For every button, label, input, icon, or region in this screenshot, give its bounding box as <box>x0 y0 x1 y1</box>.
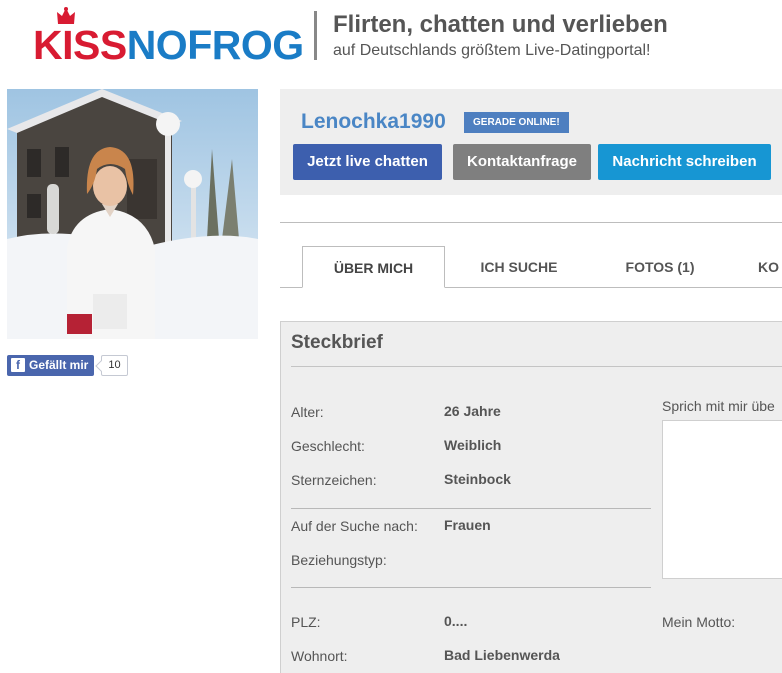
tabs-top-divider <box>280 222 782 223</box>
header-title: Flirten, chatten und verlieben <box>333 11 668 38</box>
section-title: Steckbrief <box>291 332 383 353</box>
facebook-like-button[interactable]: f Gefällt mir <box>7 354 95 376</box>
relationship-type-label: Beziehungstyp: <box>291 552 387 568</box>
header-subtitle: auf Deutschlands größtem Live-Datingport… <box>333 42 651 59</box>
facebook-like-label: Gefällt mir <box>29 358 89 372</box>
online-status-badge: GERADE ONLINE! <box>464 112 569 133</box>
header-divider <box>314 11 317 60</box>
zodiac-value: Steinbock <box>444 471 511 487</box>
gender-label: Geschlecht: <box>291 438 365 454</box>
age-label: Alter: <box>291 404 324 420</box>
logo-kiss-text: KISS <box>33 22 127 68</box>
profile-photo[interactable] <box>7 89 258 339</box>
write-message-button[interactable]: Nachricht schreiben <box>598 144 771 180</box>
zip-label: PLZ: <box>291 614 321 630</box>
talk-about-label: Sprich mit mir übe <box>662 398 775 414</box>
tab-photos[interactable]: FOTOS (1) <box>600 246 720 288</box>
facebook-icon: f <box>11 358 25 372</box>
username: Lenochka1990 <box>301 110 446 133</box>
tab-i-search[interactable]: ICH SUCHE <box>456 246 582 288</box>
tab-about-me[interactable]: ÜBER MICH <box>302 246 445 288</box>
talk-about-box <box>662 420 782 579</box>
logo-wordmark: KISSNOFROG <box>33 24 304 66</box>
facebook-like-widget: f Gefällt mir 10 <box>7 354 128 376</box>
zodiac-label: Sternzeichen: <box>291 472 377 488</box>
kissnofrog-logo[interactable]: KISSNOFROG <box>33 6 304 66</box>
logo-nofrog-text: NOFROG <box>126 22 304 68</box>
zip-value: 0.... <box>444 613 468 629</box>
facebook-like-count: 10 <box>101 354 128 376</box>
details-separator <box>291 587 651 588</box>
city-label: Wohnort: <box>291 648 348 664</box>
age-value: 26 Jahre <box>444 403 501 419</box>
contact-request-button[interactable]: Kontaktanfrage <box>453 144 591 180</box>
details-separator <box>291 508 651 509</box>
tab-contact[interactable]: KO <box>745 246 782 288</box>
city-value: Bad Liebenwerda <box>444 647 560 663</box>
section-title-divider <box>291 366 782 367</box>
profile-photo-image <box>7 89 258 339</box>
looking-for-label: Auf der Suche nach: <box>291 518 418 534</box>
live-chat-button[interactable]: Jetzt live chatten <box>293 144 442 180</box>
looking-for-value: Frauen <box>444 517 491 533</box>
motto-label: Mein Motto: <box>662 614 736 630</box>
gender-value: Weiblich <box>444 437 502 453</box>
